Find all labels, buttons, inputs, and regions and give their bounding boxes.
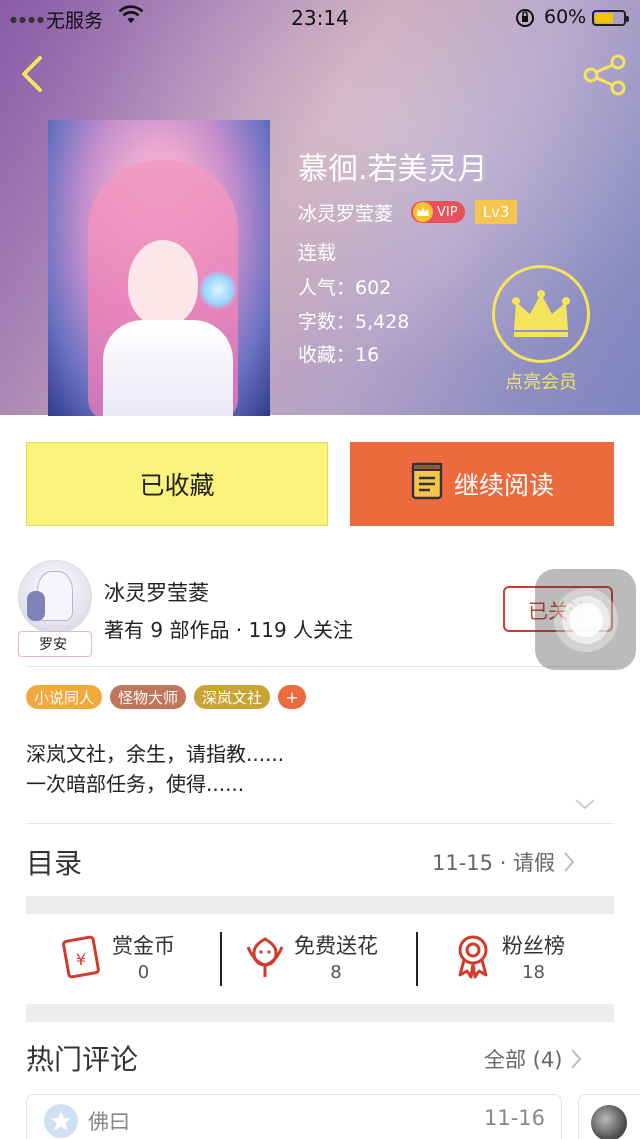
toc-latest-label: 11-15 · 请假 bbox=[432, 851, 556, 875]
all-comments-label: 全部 (4) bbox=[484, 1048, 563, 1072]
reward-value: 8 bbox=[330, 961, 342, 983]
author-line: 冰灵罗莹菱 VIP Lv3 bbox=[298, 198, 518, 226]
author-avatar[interactable] bbox=[18, 560, 92, 634]
intro-line: 一次暗部任务，使得...... bbox=[26, 772, 245, 796]
rotation-lock-icon bbox=[514, 7, 536, 34]
vip-promo-label[interactable]: 点亮会员 bbox=[490, 368, 592, 394]
continue-reading-button[interactable]: 继续阅读 bbox=[350, 442, 614, 526]
reward-coins-button[interactable]: ¥ 赏金币 0 bbox=[58, 920, 175, 992]
vip-label: VIP bbox=[437, 204, 458, 220]
svg-text:¥: ¥ bbox=[76, 950, 86, 969]
level-badge: Lv3 bbox=[474, 200, 518, 224]
author-name[interactable]: 冰灵罗莹菱 bbox=[298, 199, 393, 226]
intro-line: 深岚文社，余生，请指教...... bbox=[26, 742, 285, 766]
expand-chevron-icon[interactable] bbox=[574, 796, 596, 815]
tag-list: 小说同人 怪物大师 深岚文社 + bbox=[26, 685, 307, 709]
battery-icon bbox=[592, 10, 629, 26]
send-flower-button[interactable]: 免费送花 8 bbox=[244, 920, 378, 992]
avatar-tag: 罗安 bbox=[18, 631, 92, 657]
crown-icon bbox=[512, 290, 570, 337]
status-bar: ●●●● 无服务 23:14 60% bbox=[0, 0, 640, 34]
author-card-name[interactable]: 冰灵罗莹菱 bbox=[104, 577, 209, 607]
favorited-button[interactable]: 已收藏 bbox=[26, 442, 328, 526]
divider bbox=[26, 823, 614, 824]
word-count: 字数：5,428 bbox=[298, 311, 410, 333]
comment-card[interactable] bbox=[578, 1094, 640, 1139]
reward-label: 粉丝榜 bbox=[502, 933, 565, 958]
divider bbox=[26, 666, 614, 667]
comment-username[interactable]: 佛曰 bbox=[88, 1106, 130, 1136]
popularity-count: 人气：602 bbox=[298, 277, 392, 299]
divider bbox=[220, 932, 222, 986]
toc-latest-chapter[interactable]: 11-15 · 请假 bbox=[432, 847, 575, 877]
book-icon bbox=[410, 461, 444, 507]
continue-reading-label: 继续阅读 bbox=[453, 471, 554, 500]
favorites-count: 收藏：16 bbox=[298, 344, 380, 366]
chevron-right-icon bbox=[571, 1049, 582, 1069]
author-card-stats: 著有 9 部作品 · 119 人关注 bbox=[104, 618, 354, 642]
toc-title[interactable]: 目录 bbox=[26, 842, 82, 882]
tag-item[interactable]: 怪物大师 bbox=[110, 685, 187, 709]
comment-date: 11-16 bbox=[484, 1106, 546, 1130]
battery-percentage: 60% bbox=[544, 6, 587, 28]
comment-avatar-star-icon[interactable] bbox=[44, 1104, 78, 1138]
reward-label: 赏金币 bbox=[112, 933, 175, 958]
crown-icon bbox=[413, 202, 434, 222]
assistive-touch-button[interactable] bbox=[535, 569, 636, 670]
add-tag-button[interactable]: + bbox=[278, 685, 307, 709]
book-cover-image[interactable] bbox=[48, 120, 270, 416]
vip-promo-button[interactable] bbox=[492, 265, 590, 363]
ribbon-medal-icon bbox=[458, 935, 488, 979]
fan-ranking-button[interactable]: 粉丝榜 18 bbox=[452, 920, 565, 992]
reward-label: 免费送花 bbox=[294, 933, 378, 958]
section-separator bbox=[26, 896, 614, 914]
reward-value: 18 bbox=[522, 961, 545, 983]
chevron-right-icon bbox=[564, 852, 575, 872]
favorited-label: 已收藏 bbox=[139, 471, 215, 500]
share-icon[interactable] bbox=[582, 54, 628, 100]
back-chevron-icon[interactable] bbox=[18, 54, 46, 98]
reward-value: 0 bbox=[137, 961, 150, 983]
flower-icon bbox=[246, 937, 284, 977]
book-title: 慕徊.若美灵月 bbox=[298, 152, 488, 187]
all-comments-link[interactable]: 全部 (4) bbox=[484, 1044, 582, 1074]
section-separator bbox=[26, 1004, 614, 1022]
comment-avatar bbox=[591, 1105, 627, 1139]
red-envelope-icon: ¥ bbox=[62, 935, 100, 979]
tag-item[interactable]: 小说同人 bbox=[26, 685, 103, 709]
tag-item[interactable]: 深岚文社 bbox=[194, 685, 271, 709]
hot-comments-title: 热门评论 bbox=[26, 1043, 139, 1076]
serial-status: 连载 bbox=[298, 242, 337, 264]
divider bbox=[416, 932, 418, 986]
vip-badge: VIP bbox=[411, 201, 465, 223]
